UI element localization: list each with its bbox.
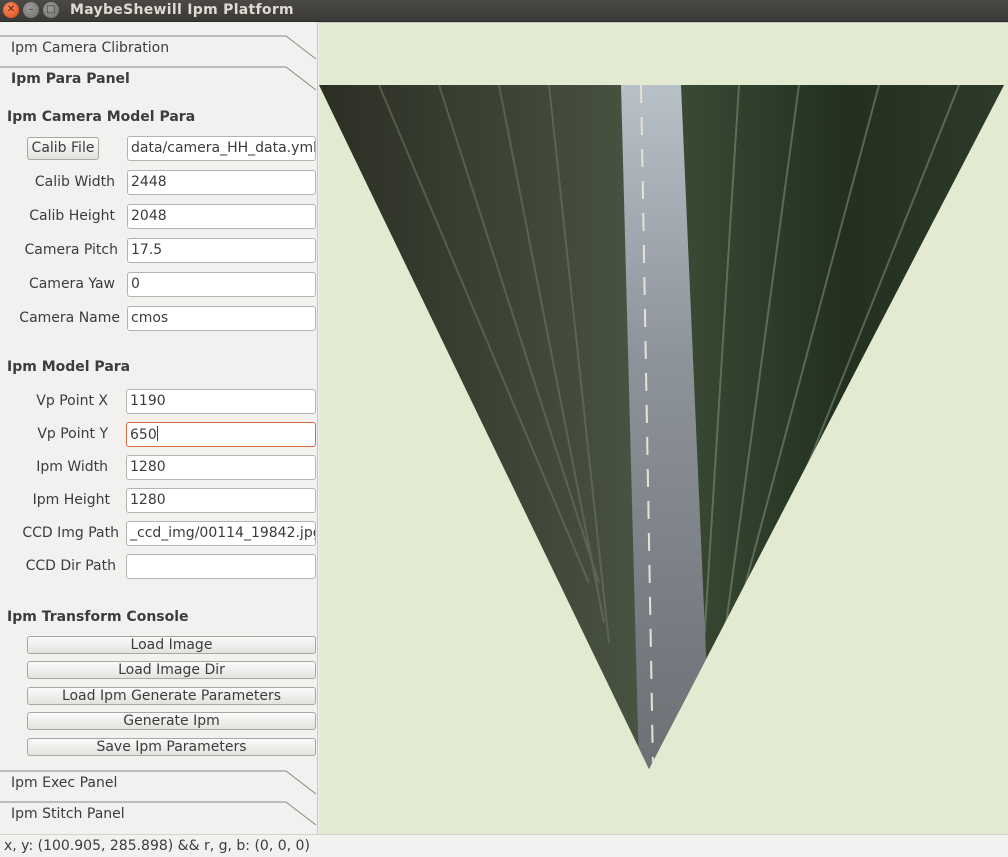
ipm-width-label: Ipm Width — [36, 459, 108, 475]
vp-point-x-label: Vp Point X — [36, 393, 108, 409]
camera-pitch-label: Camera Pitch — [24, 242, 118, 258]
load-ipm-parameters-button[interactable]: Load Ipm Generate Parameters — [27, 687, 316, 705]
calib-height-label: Calib Height — [29, 208, 115, 224]
vp-point-y-field[interactable]: 650 — [126, 422, 316, 447]
app-window: ✕ – □ MaybeShewill Ipm Platform Ipm Came… — [0, 0, 1008, 857]
load-image-dir-button[interactable]: Load Image Dir — [27, 661, 316, 679]
camera-yaw-field[interactable]: 0 — [127, 272, 316, 297]
status-bar: x, y: (100.905, 285.898) && r, g, b: (0,… — [0, 834, 1008, 857]
console-heading: Ipm Transform Console — [7, 609, 189, 625]
calib-height-field[interactable]: 2048 — [127, 204, 316, 229]
maximize-icon: □ — [46, 4, 56, 15]
ccd-img-path-label: CCD Img Path — [22, 525, 119, 541]
parameter-panel: Ipm Camera Clibration Ipm Para Panel Ipm… — [0, 22, 318, 834]
camera-name-label: Camera Name — [19, 310, 120, 326]
ipm-width-field[interactable]: 1280 — [126, 455, 316, 480]
vp-point-y-label: Vp Point Y — [37, 426, 108, 442]
vp-point-y-value: 650 — [130, 427, 157, 443]
minimize-icon: – — [28, 4, 34, 15]
minimize-window-button[interactable]: – — [23, 2, 39, 18]
title-bar: ✕ – □ MaybeShewill Ipm Platform — [0, 0, 1008, 22]
tab-exec-panel-label: Ipm Exec Panel — [11, 775, 118, 791]
ccd-dir-path-field[interactable] — [126, 554, 316, 579]
save-ipm-parameters-button[interactable]: Save Ipm Parameters — [27, 738, 316, 756]
ipm-height-label: Ipm Height — [32, 492, 110, 508]
ipm-height-field[interactable]: 1280 — [126, 488, 316, 513]
calib-width-label: Calib Width — [34, 174, 115, 190]
ipm-image-view[interactable] — [319, 22, 1008, 834]
close-window-button[interactable]: ✕ — [3, 2, 19, 18]
camera-pitch-field[interactable]: 17.5 — [127, 238, 316, 263]
tab-para-panel-label: Ipm Para Panel — [11, 71, 130, 87]
tab-camera-calibration-label: Ipm Camera Clibration — [11, 40, 170, 56]
camera-yaw-label: Camera Yaw — [28, 276, 115, 292]
camera-name-field[interactable]: cmos — [127, 306, 316, 331]
load-image-button[interactable]: Load Image — [27, 636, 316, 654]
ccd-dir-path-label: CCD Dir Path — [25, 558, 116, 574]
generate-ipm-button[interactable]: Generate Ipm — [27, 712, 316, 730]
tab-stitch-panel-label: Ipm Stitch Panel — [11, 806, 125, 822]
tab-stitch-panel[interactable]: Ipm Stitch Panel — [0, 801, 318, 832]
vp-point-x-field[interactable]: 1190 — [126, 389, 316, 414]
camera-model-heading: Ipm Camera Model Para — [7, 109, 196, 125]
ipm-result-image — [319, 85, 1004, 769]
close-icon: ✕ — [6, 4, 16, 15]
status-text: x, y: (100.905, 285.898) && r, g, b: (0,… — [4, 838, 310, 854]
tab-para-panel[interactable]: Ipm Para Panel — [0, 66, 318, 97]
text-cursor — [156, 426, 158, 441]
maximize-window-button[interactable]: □ — [43, 2, 59, 18]
calib-width-field[interactable]: 2448 — [127, 170, 316, 195]
tab-exec-panel[interactable]: Ipm Exec Panel — [0, 770, 318, 801]
calib-file-field[interactable]: data/camera_HH_data.yml — [127, 136, 316, 161]
tab-camera-calibration[interactable]: Ipm Camera Clibration — [0, 35, 318, 66]
window-title: MaybeShewill Ipm Platform — [70, 2, 294, 18]
ccd-img-path-field[interactable]: _ccd_img/00114_19842.jpg — [126, 521, 316, 546]
calib-file-button[interactable]: Calib File — [27, 137, 99, 160]
ipm-model-heading: Ipm Model Para — [7, 359, 131, 375]
